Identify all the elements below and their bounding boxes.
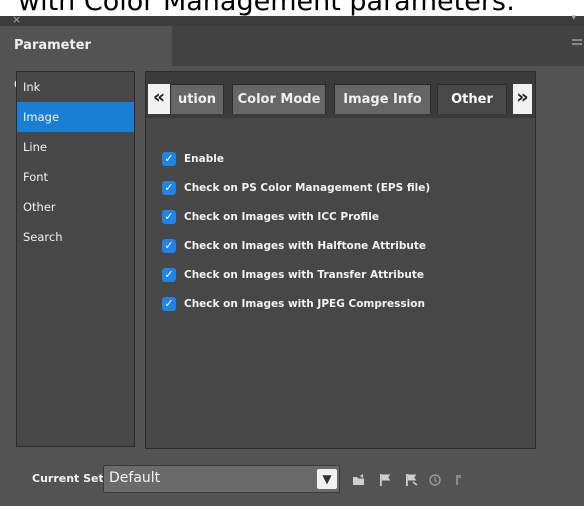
load-icon[interactable] [352, 473, 366, 487]
category-item-ink[interactable]: Ink [17, 72, 134, 102]
settings-tabbar: « ution Color Mode Image Info Other » [146, 72, 535, 118]
category-item-image[interactable]: Image [17, 102, 134, 132]
history-icon[interactable] [428, 473, 442, 487]
bottom-toolbar: Current Set: Default ▼ [0, 454, 584, 506]
tab-resolution[interactable]: ution [170, 84, 224, 114]
caption-text: with Color Management parameters: [18, 0, 516, 17]
panel-topbar: × ▾ [0, 13, 584, 26]
category-item-search[interactable]: Search [17, 222, 134, 252]
current-set-value: Default [109, 470, 161, 486]
checkbox-icc-profile[interactable]: ✓ [162, 210, 176, 224]
tab-scroll-left-button[interactable]: « [148, 84, 170, 114]
chevron-down-icon[interactable]: ▼ [317, 469, 337, 489]
tab-color-mode[interactable]: Color Mode [232, 84, 326, 114]
option-halftone-attribute[interactable]: ✓ Check on Images with Halftone Attribut… [162, 237, 426, 255]
panel-menu-icon[interactable] [572, 39, 582, 49]
checkbox-transfer-attribute[interactable]: ✓ [162, 268, 176, 282]
tab-other[interactable]: Other [437, 84, 507, 114]
panel-title-tab[interactable]: Parameter Configuration [0, 26, 172, 93]
option-transfer-attribute[interactable]: ✓ Check on Images with Transfer Attribut… [162, 266, 424, 284]
option-icc-profile[interactable]: ✓ Check on Images with ICC Profile [162, 208, 379, 226]
parameter-configuration-panel: × ▾ Parameter Configuration Ink Image Li… [0, 13, 584, 506]
tab-scroll-right-button[interactable]: » [513, 84, 532, 114]
option-label: Enable [184, 153, 224, 165]
checkbox-ps-color-management[interactable]: ✓ [162, 181, 176, 195]
checkbox-halftone-attribute[interactable]: ✓ [162, 239, 176, 253]
option-label: Check on Images with Halftone Attribute [184, 240, 427, 252]
category-item-font[interactable]: Font [17, 162, 134, 192]
option-label: Check on PS Color Management (EPS file) [184, 182, 431, 194]
option-enable[interactable]: ✓ Enable [162, 150, 224, 168]
checkbox-jpeg-compression[interactable]: ✓ [162, 297, 176, 311]
collapse-icon[interactable]: ▾ [571, 13, 576, 23]
category-list: Ink Image Line Font Other Search [16, 71, 135, 447]
tab-image-info[interactable]: Image Info [334, 84, 431, 114]
close-icon[interactable]: × [12, 13, 21, 26]
settings-content: « ution Color Mode Image Info Other » ✓ … [145, 71, 536, 449]
category-item-other[interactable]: Other [17, 192, 134, 222]
current-set-select[interactable]: Default ▼ [103, 465, 340, 493]
option-ps-color-management[interactable]: ✓ Check on PS Color Management (EPS file… [162, 179, 430, 197]
save-flag-icon[interactable] [378, 473, 392, 487]
option-label: Check on Images with ICC Profile [184, 211, 379, 223]
save-as-flag-icon[interactable] [404, 473, 418, 487]
option-jpeg-compression[interactable]: ✓ Check on Images with JPEG Compression [162, 295, 425, 313]
checkbox-enable[interactable]: ✓ [162, 152, 176, 166]
option-label: Check on Images with Transfer Attribute [184, 269, 425, 281]
category-item-line[interactable]: Line [17, 132, 134, 162]
option-label: Check on Images with JPEG Compression [184, 298, 425, 310]
current-set-label: Current Set: [32, 472, 109, 485]
panel-tabstrip: Parameter Configuration [0, 26, 584, 93]
reset-icon[interactable] [452, 473, 466, 487]
